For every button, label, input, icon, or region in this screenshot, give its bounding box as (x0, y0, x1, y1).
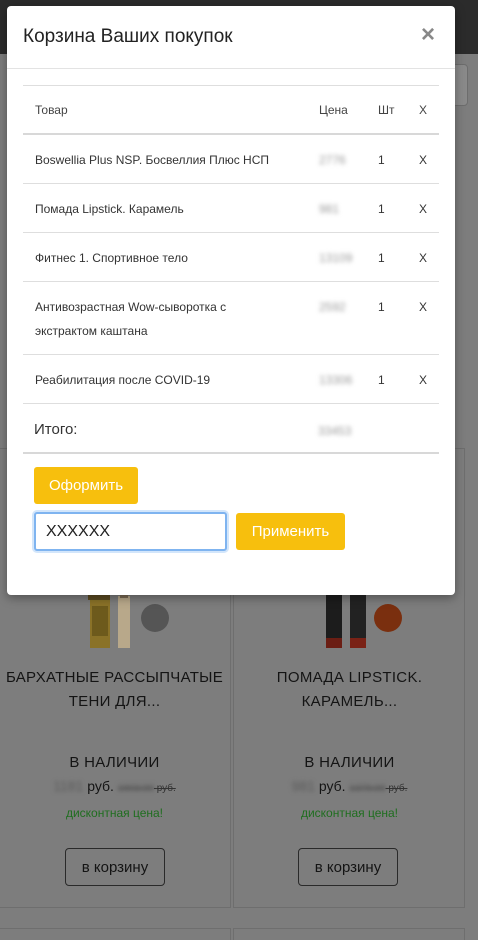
table-divider (23, 281, 439, 282)
remove-item-button[interactable]: X (419, 368, 427, 392)
price-line: 1181 руб. 1603.00 руб. (0, 778, 231, 794)
add-to-cart-button[interactable]: в корзину (65, 848, 165, 886)
close-icon[interactable]: × (421, 22, 435, 48)
cart-item-price: 981 (319, 202, 340, 216)
cart-item-name: Помада Lipstick. Карамель (35, 202, 184, 216)
product-card (233, 928, 465, 940)
product-title-line: ТЕНИ ДЛЯ... (68, 693, 161, 710)
table-divider (23, 133, 439, 135)
cart-item-name: Фитнес 1. Спортивное тело (35, 251, 188, 265)
cart-item-name-line: экстрактом каштана (35, 324, 148, 338)
discount-label: дисконтная цена! (65, 806, 164, 820)
column-header-price: Цена (319, 103, 348, 117)
cart-item-name: Антивозрастная Wow-сыворотка с экстракто… (35, 295, 226, 343)
total-value: 33453 (318, 424, 352, 438)
table-divider (23, 183, 439, 184)
cart-item-price: 13109 (319, 251, 353, 265)
total-label: Итого: (34, 421, 78, 438)
column-header-qty: Шт (378, 103, 395, 117)
remove-item-button[interactable]: X (419, 148, 427, 172)
modal-title: Корзина Ваших покупок (23, 26, 233, 47)
product-title[interactable]: БАРХАТНЫЕ РАССЫПЧАТЫЕ ТЕНИ ДЛЯ... (0, 666, 231, 714)
cart-modal: Корзина Ваших покупок × Товар Цена Шт X … (7, 6, 455, 595)
table-bottom-border (23, 452, 439, 454)
cart-item-qty: 1 (378, 202, 385, 216)
remove-item-button[interactable]: X (419, 197, 427, 221)
price-line: 981 руб. 1379.00 руб. (233, 778, 466, 794)
product-title-line: КАРАМЕЛЬ... (301, 693, 398, 710)
column-header-product: Товар (35, 103, 68, 117)
column-header-remove: X (419, 103, 428, 117)
currency: руб. (318, 778, 346, 794)
table-border (23, 85, 439, 86)
cart-item-name-line: Антивозрастная Wow-сыворотка с (35, 300, 227, 314)
cart-item-qty: 1 (378, 373, 385, 387)
table-divider (23, 232, 439, 233)
old-price-currency: руб. (156, 783, 176, 794)
cart-item-name: Реабилитация после COVID-19 (35, 373, 211, 387)
checkout-button[interactable]: Оформить (34, 467, 138, 504)
table-divider (23, 403, 439, 404)
old-price-value: 1603.00 (117, 783, 154, 794)
old-price-value: 1379.00 (349, 783, 386, 794)
old-price: 1379.00 руб. (349, 783, 407, 794)
product-title-line: БАРХАТНЫЕ РАССЫПЧАТЫЕ (5, 669, 224, 686)
cart-item-name: Boswellia Plus NSP. Босвеллия Плюс НСП (35, 153, 270, 167)
promo-code-input[interactable] (34, 512, 227, 551)
apply-promo-button[interactable]: Применить (236, 513, 345, 550)
current-price: 981 (291, 778, 315, 794)
cart-item-qty: 1 (378, 300, 385, 314)
cart-item-price: 13306 (319, 373, 353, 387)
discount-label: дисконтная цена! (300, 806, 399, 820)
cart-item-price: 2592 (319, 300, 346, 314)
cart-item-qty: 1 (378, 153, 385, 167)
cart-item-price: 2776 (319, 153, 346, 167)
product-title[interactable]: ПОМАДА LIPSTICK. КАРАМЕЛЬ... (233, 666, 466, 714)
old-price-currency: руб. (388, 783, 408, 794)
old-price: 1603.00 руб. (118, 783, 176, 794)
eyeshadow-product-image (88, 592, 130, 648)
modal-header: Корзина Ваших покупок × (7, 6, 455, 69)
product-title-line: ПОМАДА LIPSTICK. (276, 669, 423, 686)
table-divider (23, 354, 439, 355)
color-swatch (141, 604, 169, 632)
color-swatch (374, 604, 402, 632)
remove-item-button[interactable]: X (419, 295, 427, 319)
stock-status: В НАЛИЧИИ (304, 754, 395, 771)
currency: руб. (87, 778, 114, 794)
product-card (0, 928, 231, 940)
add-to-cart-button[interactable]: в корзину (298, 848, 398, 886)
lipstick-product-image (326, 592, 366, 648)
current-price: 1181 (53, 778, 84, 794)
stock-status: В НАЛИЧИИ (69, 754, 160, 771)
cart-item-qty: 1 (378, 251, 385, 265)
remove-item-button[interactable]: X (419, 246, 427, 270)
